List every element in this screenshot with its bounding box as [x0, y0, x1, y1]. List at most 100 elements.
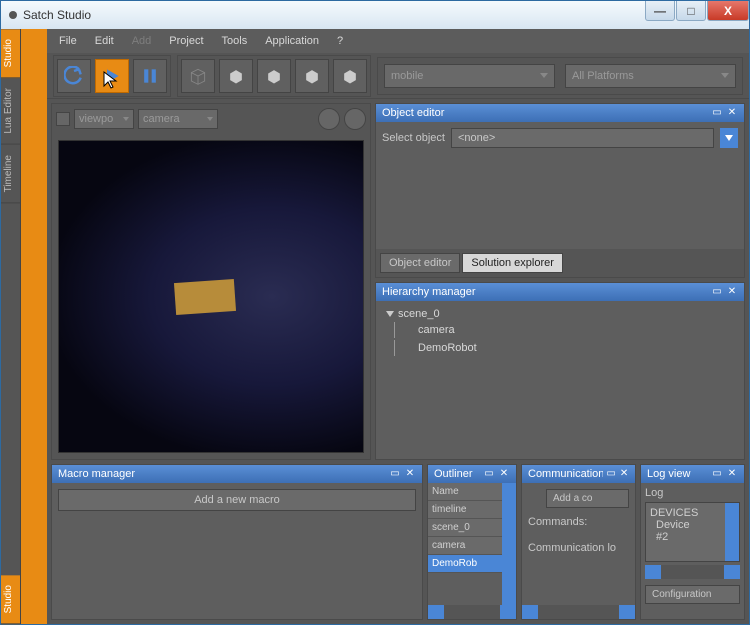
- target-combo-label: mobile: [391, 70, 423, 82]
- scrollbar-horizontal[interactable]: [522, 605, 635, 619]
- undo-icon: [64, 66, 84, 86]
- select-object-dropdown[interactable]: [720, 128, 738, 148]
- transform-group: [177, 55, 371, 97]
- macro-header[interactable]: Macro manager ▭ ✕: [52, 465, 422, 483]
- target-combo[interactable]: mobile: [384, 64, 555, 88]
- scrollbar-vertical[interactable]: [502, 483, 516, 605]
- add-command-button[interactable]: Add a co: [546, 489, 629, 508]
- menu-application[interactable]: Application: [265, 35, 319, 47]
- viewport-checkbox[interactable]: [56, 112, 70, 126]
- pause-button[interactable]: [133, 59, 167, 93]
- communication-title: Communication co: [528, 468, 603, 480]
- close-button[interactable]: X: [707, 1, 749, 21]
- left-column: viewpo camera: [51, 103, 371, 460]
- right-column: Object editor ▭ ✕ Select object <none>: [375, 103, 745, 460]
- panel-close-icon[interactable]: ✕: [726, 468, 738, 480]
- outliner-list[interactable]: Name timeline scene_0 camera DemoRob: [428, 483, 502, 573]
- viewport-round-button-2[interactable]: [344, 108, 366, 130]
- panel-close-icon[interactable]: ✕: [498, 468, 510, 480]
- target-group: mobile All Platforms: [377, 57, 743, 95]
- viewport-combo-1[interactable]: viewpo: [74, 109, 134, 129]
- cube-icon: [264, 66, 284, 86]
- viewport-round-button-1[interactable]: [318, 108, 340, 130]
- accent-strip: [21, 29, 47, 624]
- viewport-canvas[interactable]: [58, 140, 364, 453]
- side-tab-studio[interactable]: Studio: [1, 29, 20, 78]
- panel-undock-icon[interactable]: ▭: [711, 107, 723, 119]
- add-macro-button[interactable]: Add a new macro: [58, 489, 416, 511]
- play-button[interactable]: [95, 59, 129, 93]
- minimize-button[interactable]: —: [645, 1, 675, 21]
- tree-node-camera[interactable]: camera: [386, 321, 734, 339]
- client-area: Studio Lua Editor Timeline Studio File E…: [1, 29, 749, 624]
- configuration-button[interactable]: Configuration: [645, 585, 740, 604]
- panel-undock-icon[interactable]: ▭: [483, 468, 495, 480]
- main-area: File Edit Add Project Tools Application …: [47, 29, 749, 624]
- tree-node-demorobot[interactable]: DemoRobot: [386, 339, 734, 357]
- log-panel: Log view ▭ ✕ Log DEVICES Device #2: [640, 464, 745, 620]
- select-object-field[interactable]: <none>: [451, 128, 714, 148]
- panel-close-icon[interactable]: ✕: [619, 468, 629, 480]
- outliner-item[interactable]: camera: [428, 537, 502, 555]
- object-editor-panel: Object editor ▭ ✕ Select object <none>: [375, 103, 745, 278]
- outliner-title: Outliner: [434, 468, 473, 480]
- macro-body: Add a new macro: [52, 483, 422, 619]
- commands-label: Commands:: [528, 516, 629, 528]
- log-text-box[interactable]: DEVICES Device #2: [645, 502, 740, 562]
- chevron-down-icon: [207, 117, 213, 121]
- panel-close-icon[interactable]: ✕: [726, 107, 738, 119]
- panel-undock-icon[interactable]: ▭: [606, 468, 616, 480]
- tab-solution-explorer[interactable]: Solution explorer: [462, 253, 563, 273]
- menu-tools[interactable]: Tools: [222, 35, 248, 47]
- menu-file[interactable]: File: [59, 35, 77, 47]
- play-icon: [102, 66, 122, 86]
- hierarchy-tree[interactable]: scene_0 camera DemoRobot: [376, 301, 744, 459]
- panel-close-icon[interactable]: ✕: [726, 286, 738, 298]
- scrollbar-horizontal[interactable]: [645, 565, 740, 579]
- tree-node-scene[interactable]: scene_0: [386, 307, 734, 321]
- viewport-combo-2[interactable]: camera: [138, 109, 218, 129]
- hierarchy-header[interactable]: Hierarchy manager ▭ ✕: [376, 283, 744, 301]
- prim-button-1[interactable]: [181, 59, 215, 93]
- prim-button-5[interactable]: [333, 59, 367, 93]
- prim-button-3[interactable]: [257, 59, 291, 93]
- log-subheader: Log: [645, 487, 740, 499]
- panel-undock-icon[interactable]: ▭: [711, 468, 723, 480]
- panel-close-icon[interactable]: ✕: [404, 468, 416, 480]
- communication-header[interactable]: Communication co ▭ ✕: [522, 465, 635, 483]
- menu-edit[interactable]: Edit: [95, 35, 114, 47]
- scrollbar-vertical[interactable]: [725, 503, 739, 561]
- object-editor-header[interactable]: Object editor ▭ ✕: [376, 104, 744, 122]
- prim-button-4[interactable]: [295, 59, 329, 93]
- menu-project[interactable]: Project: [169, 35, 203, 47]
- side-tab-timeline[interactable]: Timeline: [1, 145, 20, 203]
- panel-undock-icon[interactable]: ▭: [711, 286, 723, 298]
- cube-icon: [302, 66, 322, 86]
- app-window: Satch Studio — □ X Studio Lua Editor Tim…: [0, 0, 750, 625]
- menu-add[interactable]: Add: [132, 35, 152, 47]
- outliner-header-name[interactable]: Name: [428, 483, 502, 501]
- outliner-item[interactable]: scene_0: [428, 519, 502, 537]
- hierarchy-panel: Hierarchy manager ▭ ✕ scene_0 camera: [375, 282, 745, 460]
- tab-object-editor[interactable]: Object editor: [380, 253, 460, 273]
- log-body: Log DEVICES Device #2 Configuration: [641, 483, 744, 619]
- viewport-bar: viewpo camera: [52, 104, 370, 134]
- scrollbar-horizontal[interactable]: [428, 605, 516, 619]
- cube-icon: [340, 66, 360, 86]
- undo-button[interactable]: [57, 59, 91, 93]
- panel-undock-icon[interactable]: ▭: [389, 468, 401, 480]
- object-editor-tabs: Object editor Solution explorer: [376, 253, 744, 277]
- menu-help[interactable]: ?: [337, 35, 343, 47]
- maximize-button[interactable]: □: [676, 1, 706, 21]
- outliner-header[interactable]: Outliner ▭ ✕: [428, 465, 516, 483]
- prim-button-2[interactable]: [219, 59, 253, 93]
- object-editor-body: Select object <none>: [376, 122, 744, 249]
- tree-toggle-icon[interactable]: [386, 311, 394, 317]
- outliner-item[interactable]: timeline: [428, 501, 502, 519]
- side-tab-lua-editor[interactable]: Lua Editor: [1, 78, 20, 145]
- outliner-item-selected[interactable]: DemoRob: [428, 555, 502, 573]
- platform-combo[interactable]: All Platforms: [565, 64, 736, 88]
- wire-cube-icon: [188, 66, 208, 86]
- log-header[interactable]: Log view ▭ ✕: [641, 465, 744, 483]
- side-tab-studio-bottom[interactable]: Studio: [1, 575, 20, 624]
